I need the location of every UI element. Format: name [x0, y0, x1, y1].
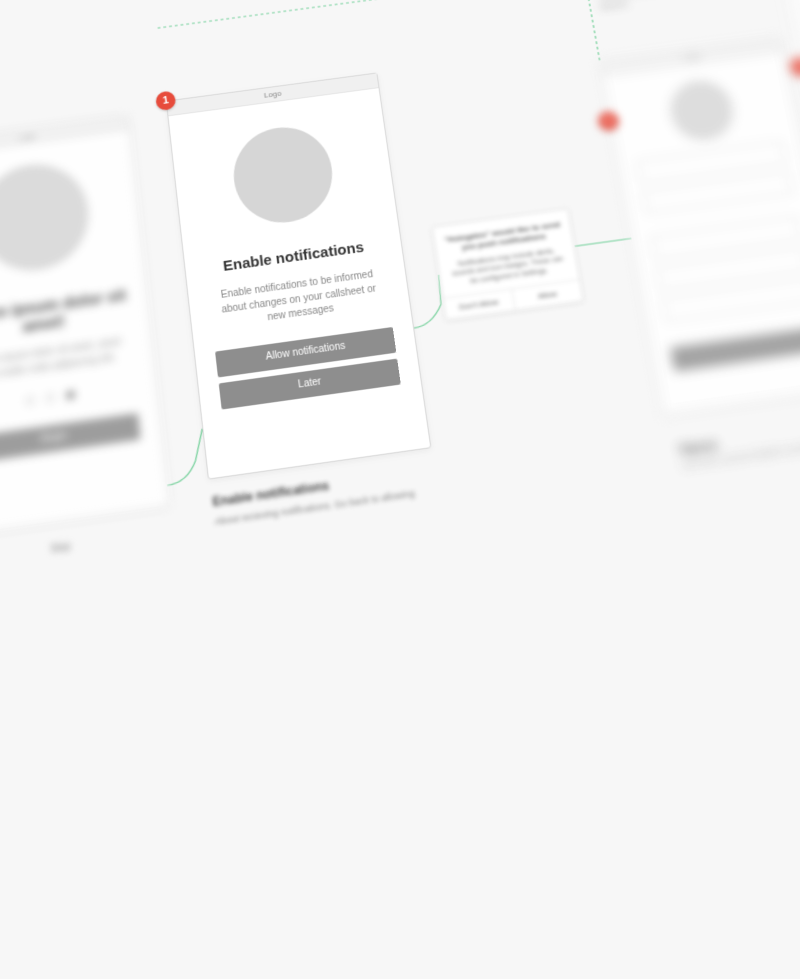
- page-dot[interactable]: [25, 396, 34, 405]
- annotation-note: Signup User fills in account details to …: [678, 416, 800, 472]
- allow-button[interactable]: Allow: [512, 280, 583, 310]
- page-dot[interactable]: [46, 393, 55, 402]
- avatar-placeholder: [0, 158, 93, 277]
- avatar-placeholder: [666, 77, 739, 144]
- page-dot-active[interactable]: [67, 390, 76, 399]
- dont-allow-button[interactable]: Don't Allow: [443, 290, 515, 320]
- notifications-description: Enable notifications to be informed abou…: [216, 268, 382, 333]
- note-body: This step of the onboarding describes di…: [597, 0, 770, 13]
- header-logo-text: Logo: [682, 52, 700, 62]
- screen-signup: Logo: [600, 37, 800, 415]
- avatar-placeholder: [229, 121, 338, 228]
- status-bar: Logo: [0, 116, 129, 158]
- skip-link[interactable]: Skip: [50, 541, 71, 555]
- begin-button[interactable]: Begin: [0, 413, 141, 463]
- header-logo-text: Logo: [264, 89, 282, 100]
- wireframe-canvas: Logo Lorem ipsum dolor sit amet! Lorem i…: [0, 0, 800, 979]
- annotation-note: Text walkthrough This step of the onboar…: [595, 0, 770, 13]
- annotation-badge: 3: [789, 57, 800, 78]
- status-bar: Logo: [167, 73, 379, 116]
- screen-onboarding-intro: Logo Lorem ipsum dolor sit amet! Lorem i…: [0, 115, 169, 537]
- screen-enable-notifications: Logo Enable notifications Enable notific…: [166, 72, 432, 479]
- header-logo-text: Logo: [18, 131, 36, 142]
- status-bar: Logo: [601, 38, 782, 76]
- intro-description: Lorem ipsum dolor sit amet, amet felis m…: [0, 335, 129, 386]
- push-permission-dialog: "Hologates" would like to send you push …: [432, 208, 585, 321]
